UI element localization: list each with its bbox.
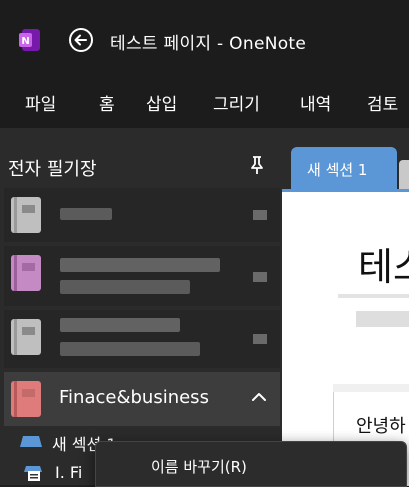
pin-icon[interactable]	[246, 154, 268, 176]
notebook-icon	[11, 197, 41, 233]
tab-home[interactable]: 홈	[99, 90, 115, 115]
notebook-item-1[interactable]	[4, 188, 280, 242]
section-tab-active[interactable]: 새 섹션 1	[291, 147, 397, 189]
sync-status-icon	[253, 272, 267, 282]
notebook-name-redacted	[60, 318, 180, 332]
tab-insert[interactable]: 삽입	[146, 90, 177, 115]
ribbon-tabs: 파일 홈 삽입 그리기 내역 검토	[0, 80, 409, 128]
tab-review[interactable]: 검토	[367, 90, 398, 115]
title-bar: N 테스트 페이지 - OneNote	[0, 0, 409, 80]
tab-draw[interactable]: 그리기	[213, 90, 260, 115]
window-title: 테스트 페이지 - OneNote	[110, 34, 307, 54]
svg-text:N: N	[21, 36, 29, 47]
notebook-name: Finace&business	[59, 387, 209, 408]
section-group-icon	[24, 466, 42, 481]
context-menu: 이름 바꾸기(R)	[95, 441, 407, 487]
title-underline	[338, 294, 409, 298]
notebook-name-redacted	[60, 280, 190, 294]
notebook-icon	[11, 255, 41, 291]
sync-status-icon	[253, 210, 267, 220]
page-label: I. Fi	[55, 463, 83, 482]
onenote-logo-icon: N	[19, 29, 40, 51]
page-title[interactable]: 테스	[358, 236, 409, 291]
page-date-redacted	[356, 311, 409, 327]
sync-status-icon	[253, 334, 267, 344]
notebook-item-2[interactable]	[4, 246, 280, 306]
tab-history[interactable]: 내역	[300, 90, 331, 115]
context-menu-rename[interactable]: 이름 바꾸기(R)	[151, 456, 247, 477]
chevron-up-icon[interactable]	[249, 390, 269, 404]
back-arrow-icon[interactable]	[68, 27, 94, 53]
notebook-pane: 전자 필기장 Finace&business 새 섹션 1 I. Fi	[0, 128, 282, 485]
notebook-icon	[11, 319, 41, 355]
notebook-pane-header: 전자 필기장	[8, 159, 97, 180]
section-tab-label: 새 섹션 1	[307, 161, 368, 179]
notebook-icon	[11, 381, 41, 417]
notebook-item-3[interactable]	[4, 310, 280, 368]
notebook-name-redacted	[60, 342, 200, 356]
section-tab-icon	[20, 436, 42, 447]
notebook-name-redacted	[60, 208, 112, 220]
section-tab-next[interactable]	[399, 160, 409, 190]
note-container-handle[interactable]	[333, 384, 409, 392]
tab-file[interactable]: 파일	[25, 90, 56, 115]
notebook-name-redacted	[60, 258, 220, 272]
note-text[interactable]: 안녕하	[356, 412, 406, 438]
notebook-item-finace-business[interactable]: Finace&business	[4, 372, 280, 426]
